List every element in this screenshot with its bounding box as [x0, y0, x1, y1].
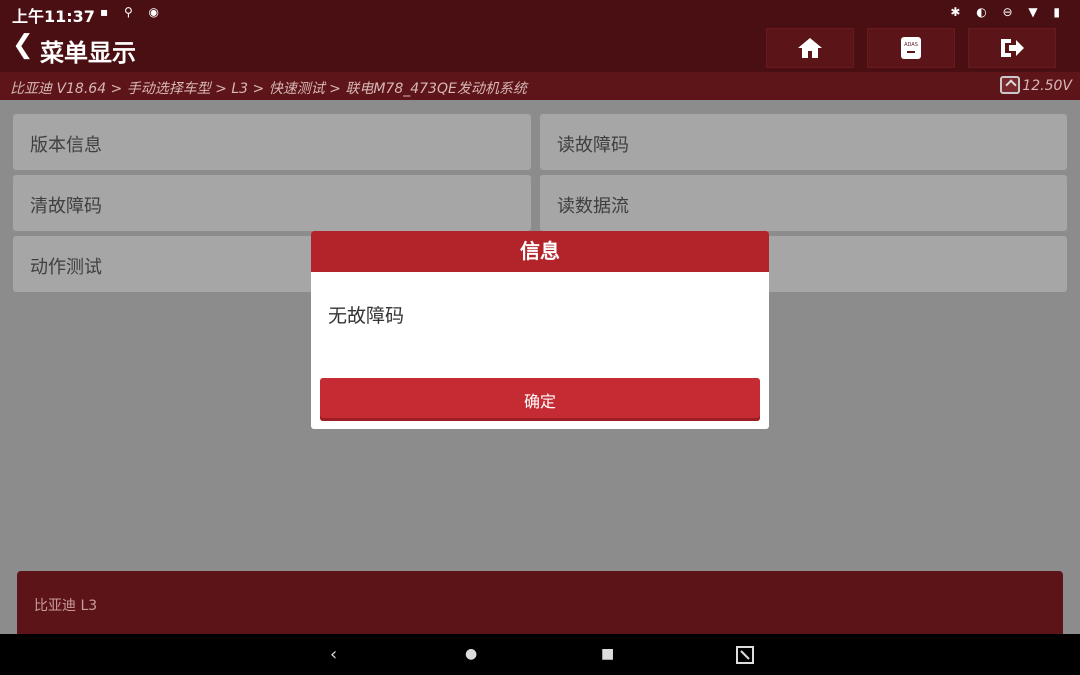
confirm-button[interactable]: 确定 [320, 378, 760, 421]
menu-item-read-fault-codes[interactable]: 读故障码 [540, 114, 1067, 170]
adas-label: ADAS [904, 42, 918, 48]
status-time: 上午11:37 [12, 7, 95, 26]
adas-button[interactable]: ADAS [867, 28, 955, 68]
home-button[interactable] [766, 28, 854, 68]
vehicle-info-bar: 比亚迪 L3 [17, 571, 1063, 634]
nav-recents-icon[interactable]: ■ [601, 646, 614, 662]
system-status-icons: ✱ ◐ ⊖ ▼ ▮ [950, 5, 1066, 19]
breadcrumb-bar: 比亚迪 V18.64 > 手动选择车型 > L3 > 快速测试 > 联电M78_… [0, 72, 1080, 100]
screenshot-icon[interactable] [736, 646, 754, 664]
battery-voltage-icon [1000, 76, 1020, 94]
app-header: ❮ 菜单显示 ADAS [0, 26, 1080, 72]
adas-icon: ADAS [901, 37, 921, 59]
menu-item-clear-fault-codes[interactable]: 清故障码 [13, 175, 531, 231]
status-bar: 上午11:37 ▪ ⚲ ◉ ✱ ◐ ⊖ ▼ ▮ [0, 0, 1080, 26]
menu-item-version-info[interactable]: 版本信息 [13, 114, 531, 170]
vehicle-label: 比亚迪 L3 [34, 598, 98, 614]
menu-item-read-data-stream[interactable]: 读数据流 [540, 175, 1067, 231]
back-icon[interactable]: ❮ [12, 30, 34, 60]
info-dialog: 信息 无故障码 确定 [311, 231, 769, 429]
nav-home-icon[interactable]: ● [465, 646, 477, 662]
dialog-message: 无故障码 [328, 305, 405, 327]
notification-icons: ▪ ⚲ ◉ [100, 5, 166, 19]
exit-button[interactable] [968, 28, 1056, 68]
nav-back-icon[interactable]: ‹ [330, 644, 337, 665]
page-title: 菜单显示 [40, 39, 136, 67]
voltage-readout: 12.50V [1022, 78, 1072, 94]
dialog-title: 信息 [311, 231, 769, 272]
home-icon [798, 38, 822, 58]
system-nav-bar: ‹ ● ■ [0, 634, 1080, 675]
breadcrumb: 比亚迪 V18.64 > 手动选择车型 > L3 > 快速测试 > 联电M78_… [10, 81, 527, 97]
exit-icon [1001, 39, 1024, 57]
